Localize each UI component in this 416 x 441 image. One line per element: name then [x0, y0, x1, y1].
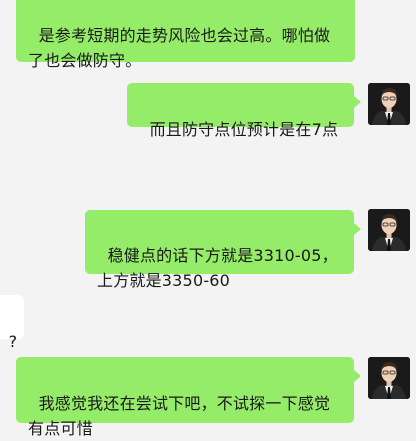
- message-bubble[interactable]: 我感觉我还在尝试下吧，不试探一下感觉 有点可惜: [16, 357, 361, 438]
- message-bubble[interactable]: 是参考短期的走势风险也会过高。哪怕做 了也会做防守。: [16, 0, 355, 70]
- user-avatar-icon: [368, 83, 410, 125]
- message-text: 稳健点的话下方就是3310-05， 上方就是3350-60: [97, 246, 338, 290]
- message-bubble[interactable]: ?: [0, 295, 24, 351]
- message-text: 而且防守点位预计是在7点: [149, 120, 339, 139]
- message-text: ?: [8, 332, 18, 351]
- user-avatar-icon: [368, 209, 410, 251]
- message-text: 我感觉我还在尝试下吧，不试探一下感觉 有点可惜: [28, 394, 331, 438]
- user-avatar-icon: [368, 357, 410, 399]
- avatar[interactable]: [368, 357, 410, 399]
- message-bubble[interactable]: 而且防守点位预计是在7点: [127, 83, 361, 139]
- avatar[interactable]: [368, 209, 410, 251]
- avatar[interactable]: [368, 83, 410, 125]
- message-bubble[interactable]: 稳健点的话下方就是3310-05， 上方就是3350-60: [85, 210, 361, 290]
- message-text: 是参考短期的走势风险也会过高。哪怕做 了也会做防守。: [28, 26, 331, 70]
